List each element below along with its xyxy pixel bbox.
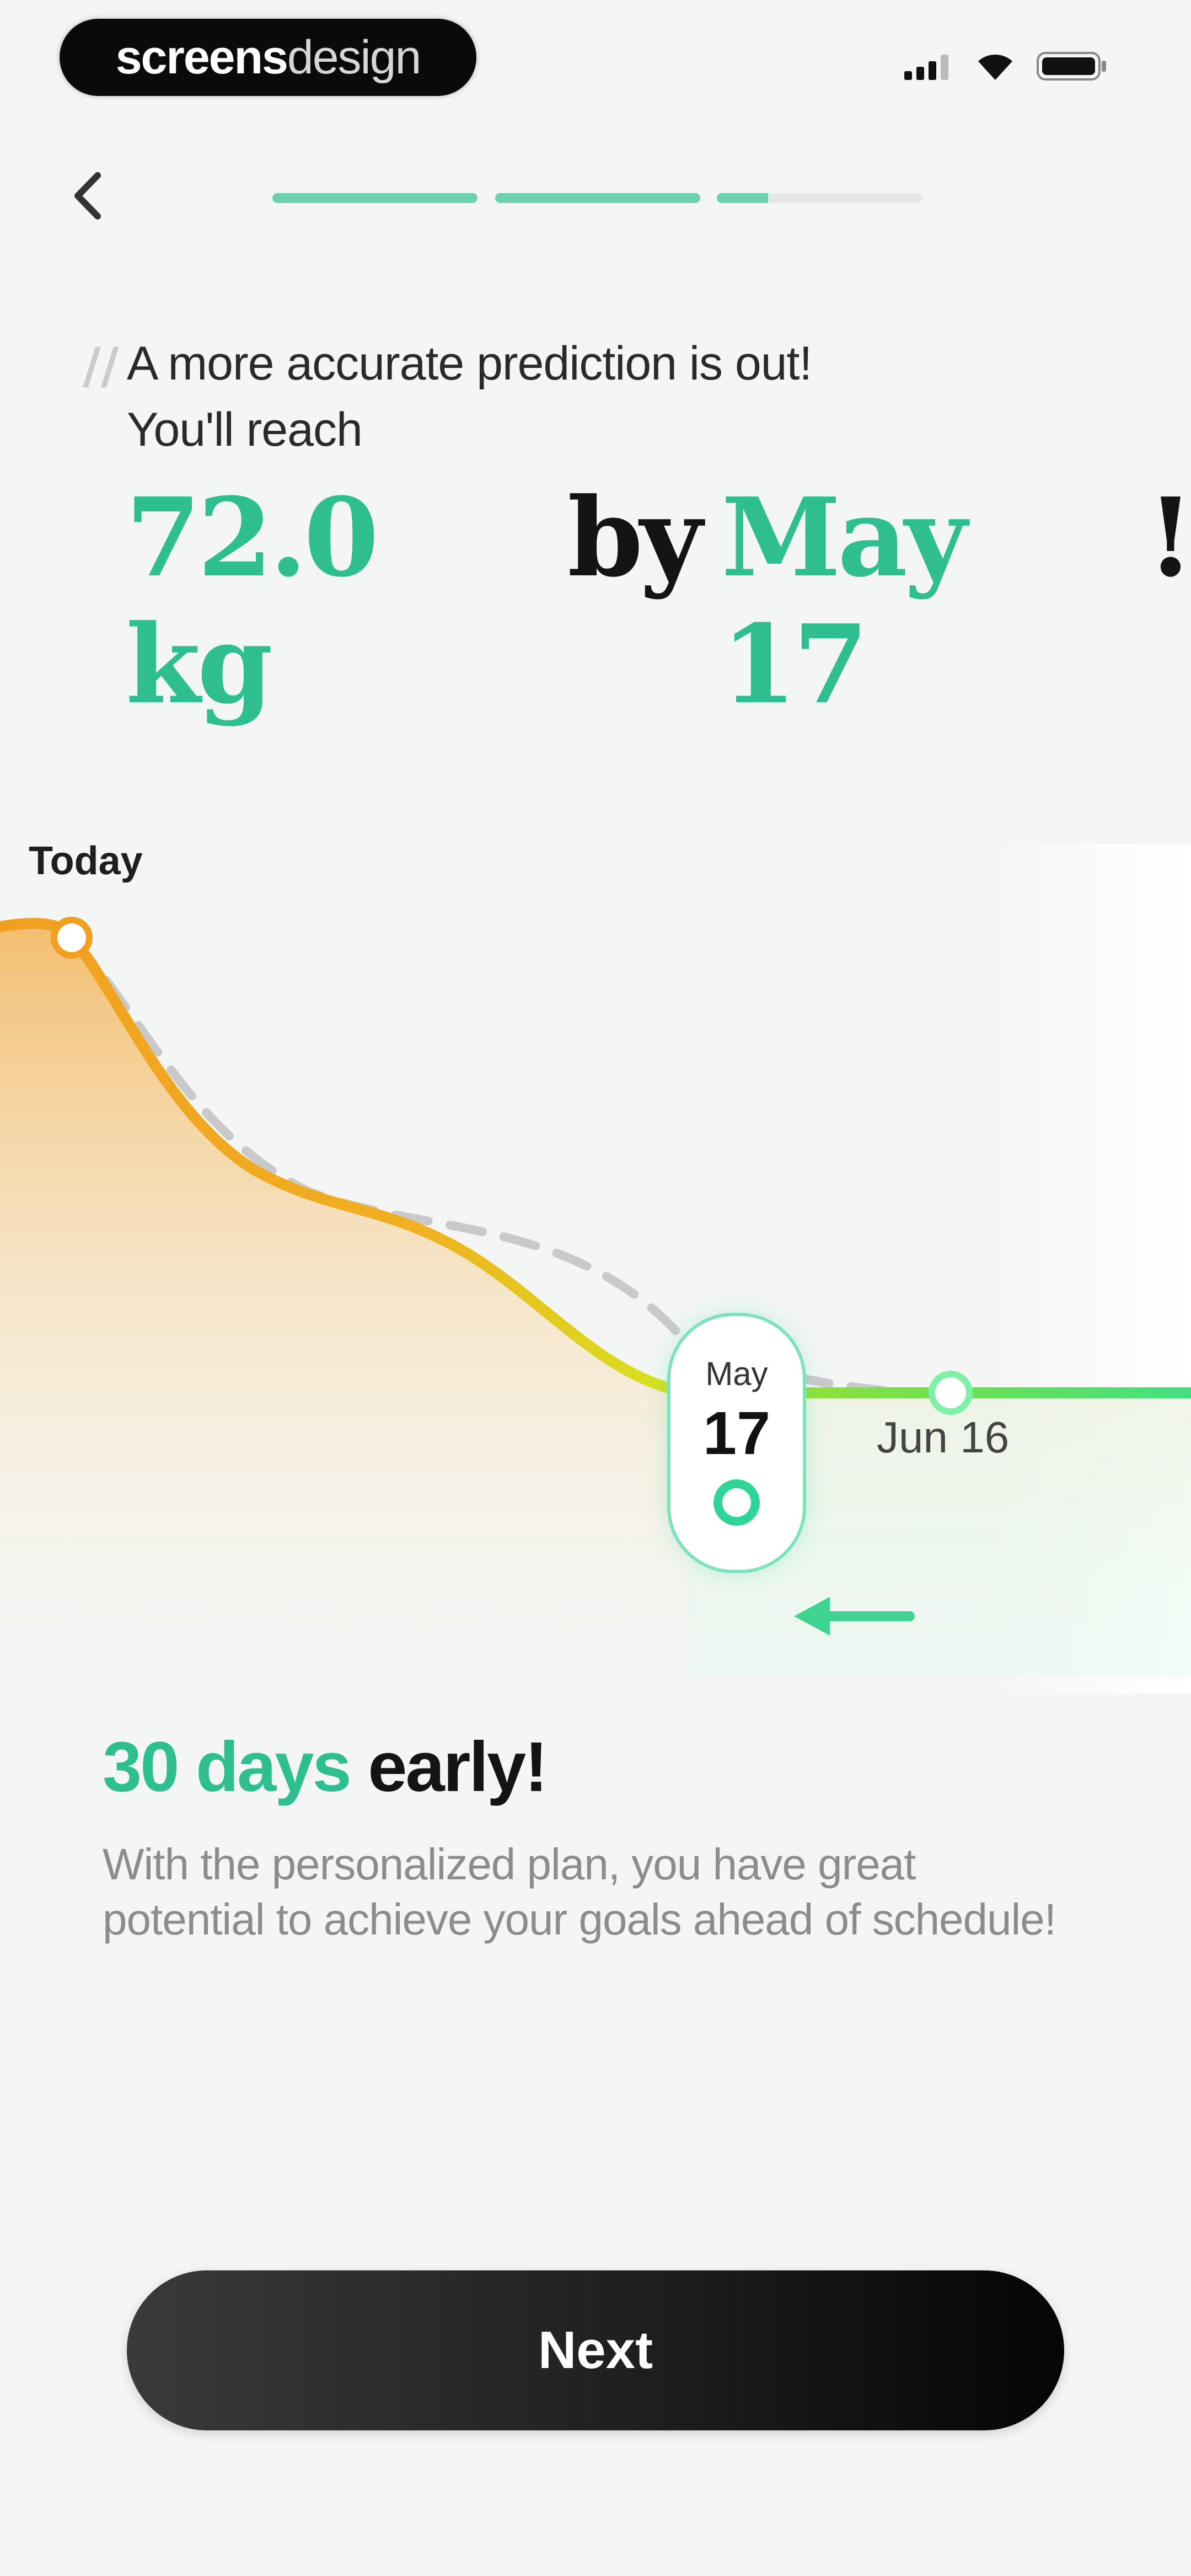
progress-segment-1 (272, 193, 478, 203)
goal-date: May 17 (721, 474, 967, 728)
end-date-label: Jun 16 (877, 1413, 1010, 1462)
reach-text: You'll reach (127, 403, 363, 456)
marker-month: May (705, 1355, 768, 1392)
wifi-icon (978, 54, 1012, 80)
status-icons (904, 44, 1108, 88)
next-button[interactable]: Next (127, 2270, 1064, 2430)
target-date-marker: May 17 (667, 1313, 806, 1573)
end-point (929, 1371, 973, 1415)
battery-icon (1037, 52, 1106, 81)
prediction-chart (0, 844, 1191, 1693)
early-headline: 30 days early! (103, 1727, 548, 1808)
quote-mark: // (83, 336, 119, 395)
brand-text-light: design (287, 30, 421, 84)
progress-segment-2 (495, 193, 700, 203)
cellular-signal-icon (904, 55, 948, 80)
early-days: 30 days (103, 1728, 352, 1807)
chevron-left-icon (74, 172, 101, 220)
goal-weight: 72.0 kg (126, 474, 379, 728)
early-text: early! (368, 1728, 548, 1807)
marker-point (713, 1479, 760, 1526)
today-point (51, 917, 93, 959)
brand-logo: screens design (60, 19, 476, 96)
brand-text-strong: screens (115, 30, 288, 84)
progress-segment-3 (717, 193, 922, 203)
progress-segment-3-fill (717, 193, 768, 203)
marker-day: 17 (702, 1399, 771, 1467)
goal-exclaim: ! (1146, 474, 1191, 601)
back-button[interactable] (57, 165, 118, 226)
plan-description: With the personalized plan, you have gre… (103, 1840, 1056, 1944)
goal-by: by (567, 474, 702, 601)
prediction-subtitle: A more accurate prediction is out! (127, 337, 812, 390)
today-label: Today (29, 839, 143, 883)
goal-headline: 72.0 kg by May 17 ! (126, 474, 1191, 728)
